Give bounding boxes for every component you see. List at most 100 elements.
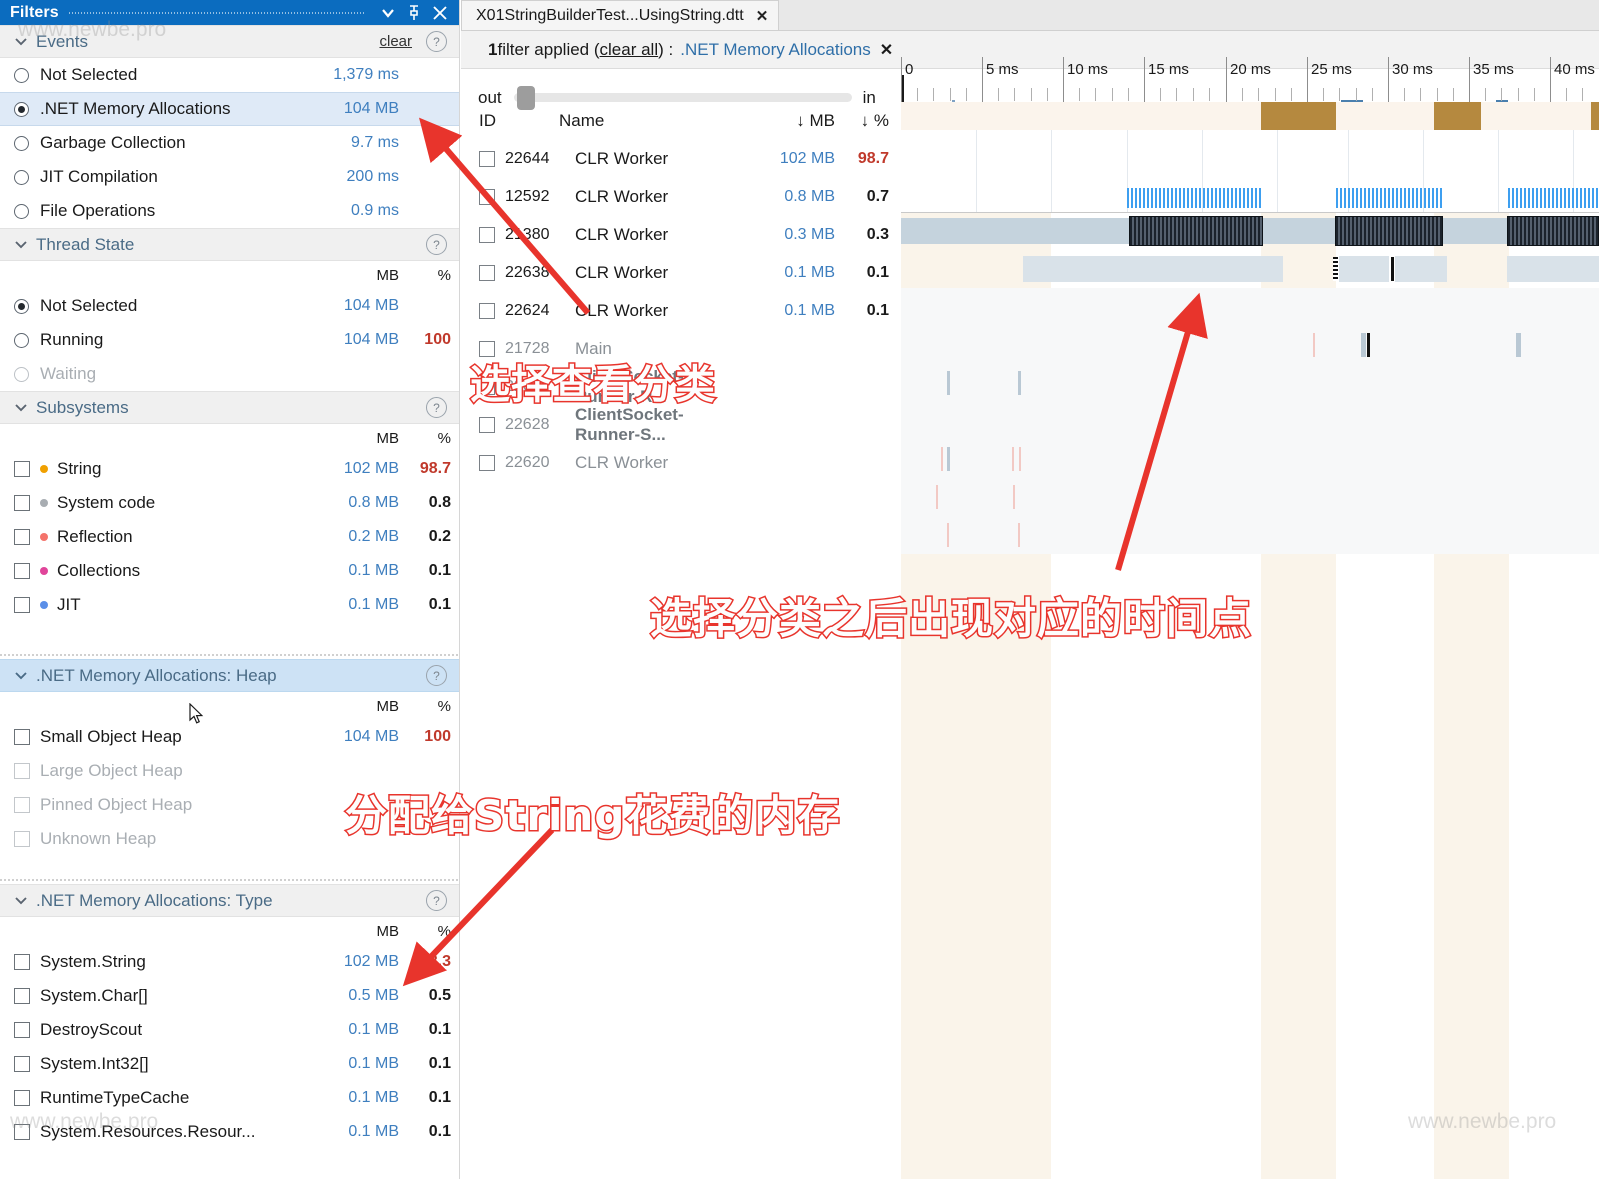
clear-link[interactable]: clear (379, 33, 412, 50)
thread-state-row-running[interactable]: Running 104 MB 100 (0, 323, 459, 357)
section-header-type[interactable]: .NET Memory Allocations: Type ? (0, 884, 459, 917)
heap-row-unknown-heap[interactable]: Unknown Heap (0, 822, 459, 856)
checkbox-icon[interactable] (14, 529, 30, 545)
table-row[interactable]: 22620 CLR Worker (461, 444, 901, 482)
thread-mb: 0.3 MB (745, 226, 835, 244)
checkbox-icon[interactable] (14, 563, 30, 579)
radio-icon[interactable] (14, 367, 29, 382)
timeline-ruler[interactable]: 05 ms10 ms15 ms20 ms25 ms30 ms35 ms40 ms (901, 57, 1599, 102)
column-header-id[interactable]: ID (479, 111, 559, 131)
heap-row-small-object-heap[interactable]: Small Object Heap 104 MB 100 (0, 720, 459, 754)
table-row[interactable]: 12592 CLR Worker 0.8 MB 0.7 (461, 178, 901, 216)
ruler-minor-tick (950, 88, 951, 101)
table-row[interactable]: 22644 CLR Worker 102 MB 98.7 (461, 140, 901, 178)
filter-row-net-memory-allocations[interactable]: .NET Memory Allocations 104 MB (0, 92, 459, 126)
checkbox-icon[interactable] (479, 151, 495, 167)
filter-row-file-operations[interactable]: File Operations 0.9 ms (0, 194, 459, 228)
main-panel: X01StringBuilderTest...UsingString.dtt ✕… (461, 0, 1599, 1179)
checkbox-icon[interactable] (479, 189, 495, 205)
tab-trace-file[interactable]: X01StringBuilderTest...UsingString.dtt ✕ (461, 0, 779, 30)
table-row[interactable]: 21728 Main (461, 330, 901, 368)
radio-icon[interactable] (14, 68, 29, 83)
filter-row-jit-compilation[interactable]: JIT Compilation 200 ms (0, 160, 459, 194)
checkbox-icon[interactable] (479, 417, 495, 433)
thread-name: CLR Worker (575, 263, 745, 283)
section-header-events[interactable]: Events clear ? (0, 25, 459, 58)
section-header-thread-state[interactable]: Thread State ? (0, 228, 459, 261)
checkbox-icon[interactable] (14, 831, 30, 847)
help-icon[interactable]: ? (426, 890, 447, 911)
thread-state-row-waiting[interactable]: Waiting (0, 357, 459, 391)
close-icon[interactable]: ✕ (756, 7, 769, 25)
type-row-destroyscout[interactable]: DestroyScout 0.1 MB 0.1 (0, 1013, 459, 1047)
ruler-tick-label: 35 ms (1469, 61, 1514, 78)
table-row[interactable]: 22638 CLR Worker 0.1 MB 0.1 (461, 254, 901, 292)
column-header-percent[interactable]: ↓ % (835, 111, 901, 131)
heap-row-pinned-object-heap[interactable]: Pinned Object Heap (0, 788, 459, 822)
thread-state-row-not-selected[interactable]: Not Selected 104 MB (0, 289, 459, 323)
checkbox-icon[interactable] (479, 265, 495, 281)
table-row[interactable]: 22624 CLR Worker 0.1 MB 0.1 (461, 292, 901, 330)
help-icon[interactable]: ? (426, 31, 447, 52)
checkbox-icon[interactable] (14, 1090, 30, 1106)
subsystem-row-string[interactable]: String 102 MB 98.7 (0, 452, 459, 486)
type-row-system-string[interactable]: System.String 102 MB 98.3 (0, 945, 459, 979)
subsystem-row-collections[interactable]: Collections 0.1 MB 0.1 (0, 554, 459, 588)
subsystem-row-reflection[interactable]: Reflection 0.2 MB 0.2 (0, 520, 459, 554)
close-icon[interactable] (427, 2, 453, 24)
table-row[interactable]: 21380 CLR Worker 0.3 MB 0.3 (461, 216, 901, 254)
checkbox-icon[interactable] (479, 303, 495, 319)
type-row-system-int32-array[interactable]: System.Int32[] 0.1 MB 0.1 (0, 1047, 459, 1081)
radio-icon[interactable] (14, 299, 29, 314)
help-icon[interactable]: ? (426, 397, 447, 418)
type-row-runtimetypecache[interactable]: RuntimeTypeCache 0.1 MB 0.1 (0, 1081, 459, 1115)
checkbox-icon[interactable] (14, 988, 30, 1004)
zoom-slider[interactable] (514, 93, 852, 102)
column-header-mb[interactable]: ↓ MB (745, 111, 835, 131)
table-row[interactable]: 22632 ClientSocket-Runner-R... (461, 368, 901, 406)
checkbox-icon[interactable] (14, 1022, 30, 1038)
filter-row-label: Unknown Heap (40, 829, 307, 849)
radio-icon[interactable] (14, 204, 29, 219)
checkbox-icon[interactable] (479, 379, 495, 395)
checkbox-icon[interactable] (14, 1056, 30, 1072)
radio-icon[interactable] (14, 136, 29, 151)
radio-icon[interactable] (14, 333, 29, 348)
radio-icon[interactable] (14, 170, 29, 185)
type-row-system-resources[interactable]: System.Resources.Resour... 0.1 MB 0.1 (0, 1115, 459, 1149)
checkbox-icon[interactable] (14, 495, 30, 511)
thread-event-mark (1019, 447, 1021, 471)
thread-percent: 0.3 (835, 226, 901, 244)
checkbox-icon[interactable] (14, 729, 30, 745)
checkbox-icon[interactable] (14, 763, 30, 779)
checkbox-icon[interactable] (14, 954, 30, 970)
checkbox-icon[interactable] (479, 341, 495, 357)
help-icon[interactable]: ? (426, 665, 447, 686)
checkbox-icon[interactable] (479, 227, 495, 243)
checkbox-icon[interactable] (14, 1124, 30, 1140)
help-icon[interactable]: ? (426, 234, 447, 255)
section-header-subsystems[interactable]: Subsystems ? (0, 391, 459, 424)
filters-scroll-area[interactable]: Events clear ? Not Selected 1,379 ms .NE… (0, 25, 459, 1179)
remove-filter-icon[interactable]: ✕ (880, 40, 893, 60)
subsystem-row-system-code[interactable]: System code 0.8 MB 0.8 (0, 486, 459, 520)
filter-row-garbage-collection[interactable]: Garbage Collection 9.7 ms (0, 126, 459, 160)
type-row-system-char-array[interactable]: System.Char[] 0.5 MB 0.5 (0, 979, 459, 1013)
table-row[interactable]: 22628 ClientSocket-Runner-S... (461, 406, 901, 444)
filter-row-not-selected[interactable]: Not Selected 1,379 ms (0, 58, 459, 92)
checkbox-icon[interactable] (14, 597, 30, 613)
pin-icon[interactable] (401, 2, 427, 24)
subsystem-row-jit[interactable]: JIT 0.1 MB 0.1 (0, 588, 459, 622)
radio-icon[interactable] (14, 102, 29, 117)
thread-id: 22632 (505, 378, 575, 396)
checkbox-icon[interactable] (14, 797, 30, 813)
chevron-down-icon[interactable] (375, 2, 401, 24)
section-header-heap[interactable]: .NET Memory Allocations: Heap ? (0, 659, 459, 692)
timeline-chart[interactable] (901, 102, 1599, 1179)
column-header-name[interactable]: Name (559, 111, 745, 131)
filter-row-percent: 100 (399, 728, 451, 746)
clear-all-link[interactable]: clear all (600, 40, 659, 60)
heap-row-large-object-heap[interactable]: Large Object Heap (0, 754, 459, 788)
checkbox-icon[interactable] (479, 455, 495, 471)
checkbox-icon[interactable] (14, 461, 30, 477)
